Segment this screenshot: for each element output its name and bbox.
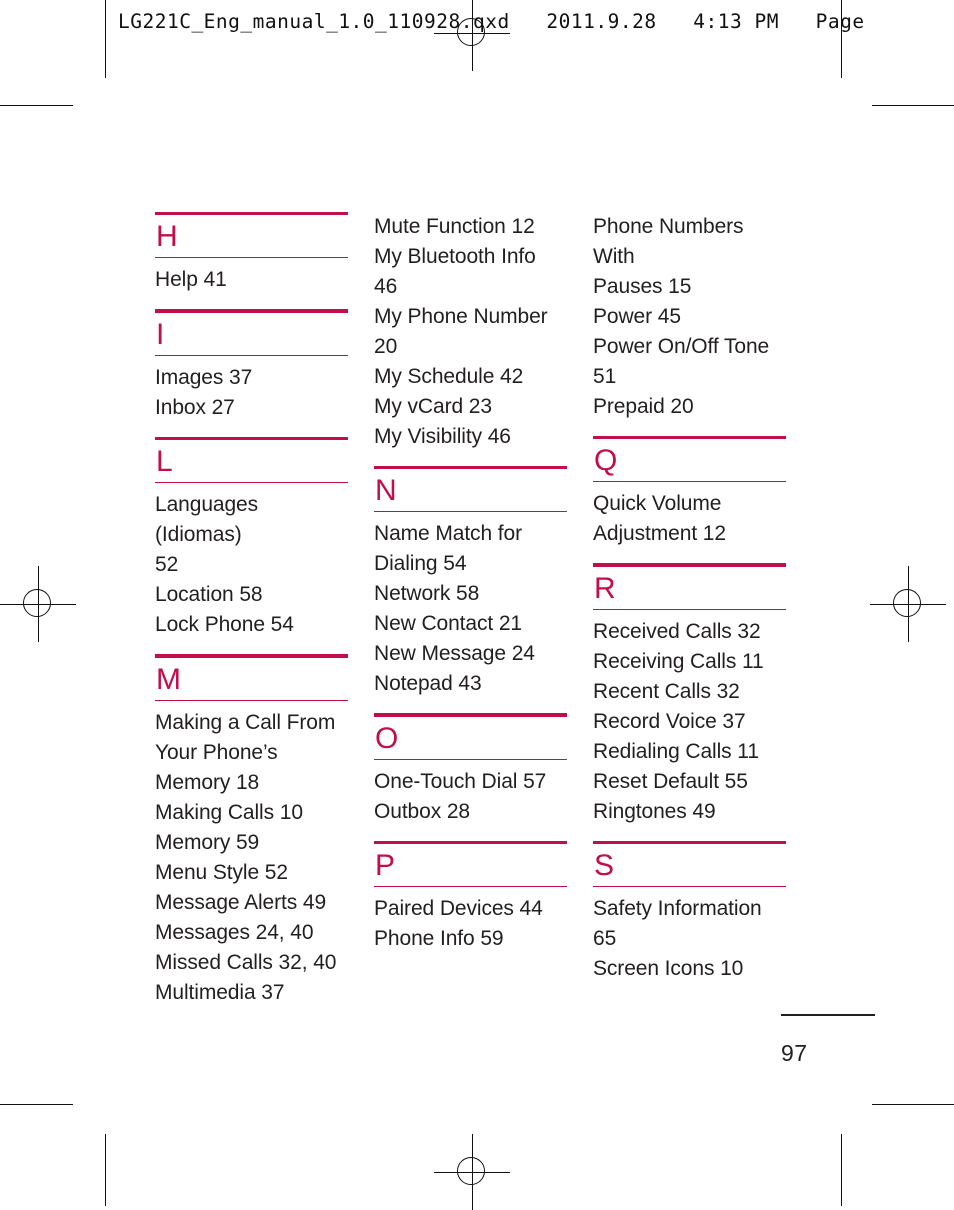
- section-letter: H: [156, 220, 178, 254]
- index-section-p: P Paired Devices 44 Phone Info 59: [374, 840, 567, 968]
- index-entry: Outbox 28: [374, 799, 470, 823]
- section-letter: P: [375, 849, 396, 883]
- index-entry: Making a Call From: [155, 710, 336, 734]
- index-entry: My Visibility 46: [374, 425, 511, 448]
- index-entry-group: Help 41: [155, 258, 348, 309]
- index-entry: Notepad 43: [374, 672, 482, 696]
- index-entry-group: Received Calls 32 Receiving Calls 11 Recen…: [593, 610, 786, 841]
- index-entry: Menu Style 52: [155, 860, 288, 884]
- index-entry: Network 58: [374, 582, 480, 606]
- column-1: H Help 41 I Images 37 Inbox 27 L Languages (Id…: [155, 212, 348, 1022]
- index-entry: My Phone Number: [374, 305, 548, 328]
- index-entry-group: Quick Volume Adjustment 12: [593, 482, 786, 563]
- index-entry: Name Match for: [374, 522, 522, 546]
- section-letter: O: [375, 721, 399, 755]
- index-entry: Missed Calls 32, 40: [155, 950, 337, 974]
- index-entry: Power 45: [593, 305, 681, 328]
- index-entry: Message Alerts 49: [155, 890, 327, 914]
- section-letter: L: [156, 445, 173, 479]
- index-entry: My Schedule 42: [374, 365, 524, 388]
- index-entry: My vCard 23: [374, 395, 492, 418]
- index-entry: Received Calls 32: [593, 619, 761, 643]
- column-3: Phone Numbers With Pauses 15 Power 45 Power…: [593, 212, 786, 1022]
- index-entry: Phone Info 59: [374, 927, 504, 951]
- index-entry: One-Touch Dial 57: [374, 769, 547, 793]
- index-entry: Record Voice 37: [593, 709, 746, 733]
- index-entry-group: Safety Information 65 Screen Icons 10: [593, 887, 786, 998]
- index-entry: Languages (Idiomas): [155, 493, 259, 547]
- index-entry: Redialing Calls 11: [593, 739, 759, 763]
- index-entry: Phone Numbers With: [593, 215, 744, 268]
- index-entry: Lock Phone 54: [155, 613, 294, 637]
- index-section-m: M Making a Call From Your Phone’s Memory 18…: [155, 654, 348, 1021]
- index-entry: Dialing 54: [374, 552, 467, 576]
- index-entry: Prepaid 20: [593, 395, 694, 418]
- index-section-i: I Images 37 Inbox 27: [155, 309, 348, 436]
- index-entry: Your Phone’s: [155, 740, 278, 764]
- index-entry: Inbox 27: [155, 395, 235, 419]
- index-entry-group: Paired Devices 44 Phone Info 59: [374, 887, 567, 968]
- index-section-o: O One-Touch Dial 57 Outbox 28: [374, 713, 567, 840]
- index-page: H Help 41 I Images 37 Inbox 27 L Languages (Id…: [0, 0, 954, 1206]
- index-columns: H Help 41 I Images 37 Inbox 27 L Languages (Id…: [155, 212, 795, 1022]
- index-entry: Power On/Off Tone: [593, 335, 770, 358]
- index-entry: Quick Volume: [593, 492, 722, 516]
- index-entry-group: Images 37 Inbox 27: [155, 356, 348, 437]
- index-entry-group: Name Match for Dialing 54 Network 58 New Co…: [374, 512, 567, 713]
- index-entry: 65: [593, 927, 617, 951]
- index-section-h: H Help 41: [155, 212, 348, 309]
- index-entry-group: One-Touch Dial 57 Outbox 28: [374, 760, 567, 841]
- index-entry: Ringtones 49: [593, 799, 716, 823]
- section-letter: M: [156, 662, 181, 696]
- index-entry: 46: [374, 275, 398, 298]
- index-entry: My Bluetooth Info: [374, 245, 536, 268]
- index-entry-group: Phone Numbers With Pauses 15 Power 45 Power…: [593, 212, 786, 436]
- section-letter: Q: [594, 444, 618, 478]
- index-entry: Safety Information: [593, 897, 762, 921]
- column-2: Mute Function 12 My Bluetooth Info 46 My Ph…: [374, 212, 567, 1022]
- index-entry: Receiving Calls 11: [593, 649, 764, 673]
- index-entry-group: Mute Function 12 My Bluetooth Info 46 My Ph…: [374, 212, 567, 466]
- index-entry: Mute Function 12: [374, 215, 535, 238]
- index-entry: Multimedia 37: [155, 980, 285, 1004]
- section-letter: S: [594, 849, 615, 883]
- page-number: 97: [781, 1040, 808, 1066]
- index-entry: Screen Icons 10: [593, 957, 744, 981]
- index-entry: Memory 18: [155, 770, 260, 794]
- index-entry-group: Making a Call From Your Phone’s Memory 18 M…: [155, 701, 348, 1022]
- index-entry: Messages 24, 40: [155, 920, 314, 944]
- index-entry: Location 58: [155, 583, 263, 607]
- index-entry: New Message 24: [374, 642, 535, 666]
- index-entry: 51: [593, 365, 617, 388]
- folio-rule: [781, 1014, 875, 1016]
- index-entry: Help 41: [155, 268, 227, 292]
- index-entry: Memory 59: [155, 830, 260, 854]
- index-entry: Reset Default 55: [593, 769, 748, 793]
- index-entry: Pauses 15: [593, 275, 692, 298]
- index-entry: Recent Calls 32: [593, 679, 740, 703]
- index-section-l: L Languages (Idiomas) 52 Location 58 Lock Ph…: [155, 436, 348, 654]
- index-entry: Making Calls 10: [155, 800, 303, 824]
- index-entry-group: Languages (Idiomas) 52 Location 58 Lock Pho…: [155, 483, 348, 654]
- index-entry: 20: [374, 335, 398, 358]
- index-section-s: S Safety Information 65 Screen Icons 10: [593, 840, 786, 998]
- index-entry: Images 37: [155, 365, 253, 389]
- section-letter: N: [375, 474, 397, 508]
- index-entry: New Contact 21: [374, 612, 523, 636]
- index-entry: Adjustment 12: [593, 522, 726, 546]
- index-entry: 52: [155, 553, 179, 577]
- index-section-n: N Name Match for Dialing 54 Network 58 New C…: [374, 466, 567, 713]
- section-letter: I: [156, 317, 165, 351]
- index-section-q: Q Quick Volume Adjustment 12: [593, 436, 786, 563]
- section-letter: R: [594, 571, 616, 605]
- index-section-r: R Received Calls 32 Receiving Calls 11 Rece…: [593, 563, 786, 840]
- index-entry: Paired Devices 44: [374, 897, 543, 921]
